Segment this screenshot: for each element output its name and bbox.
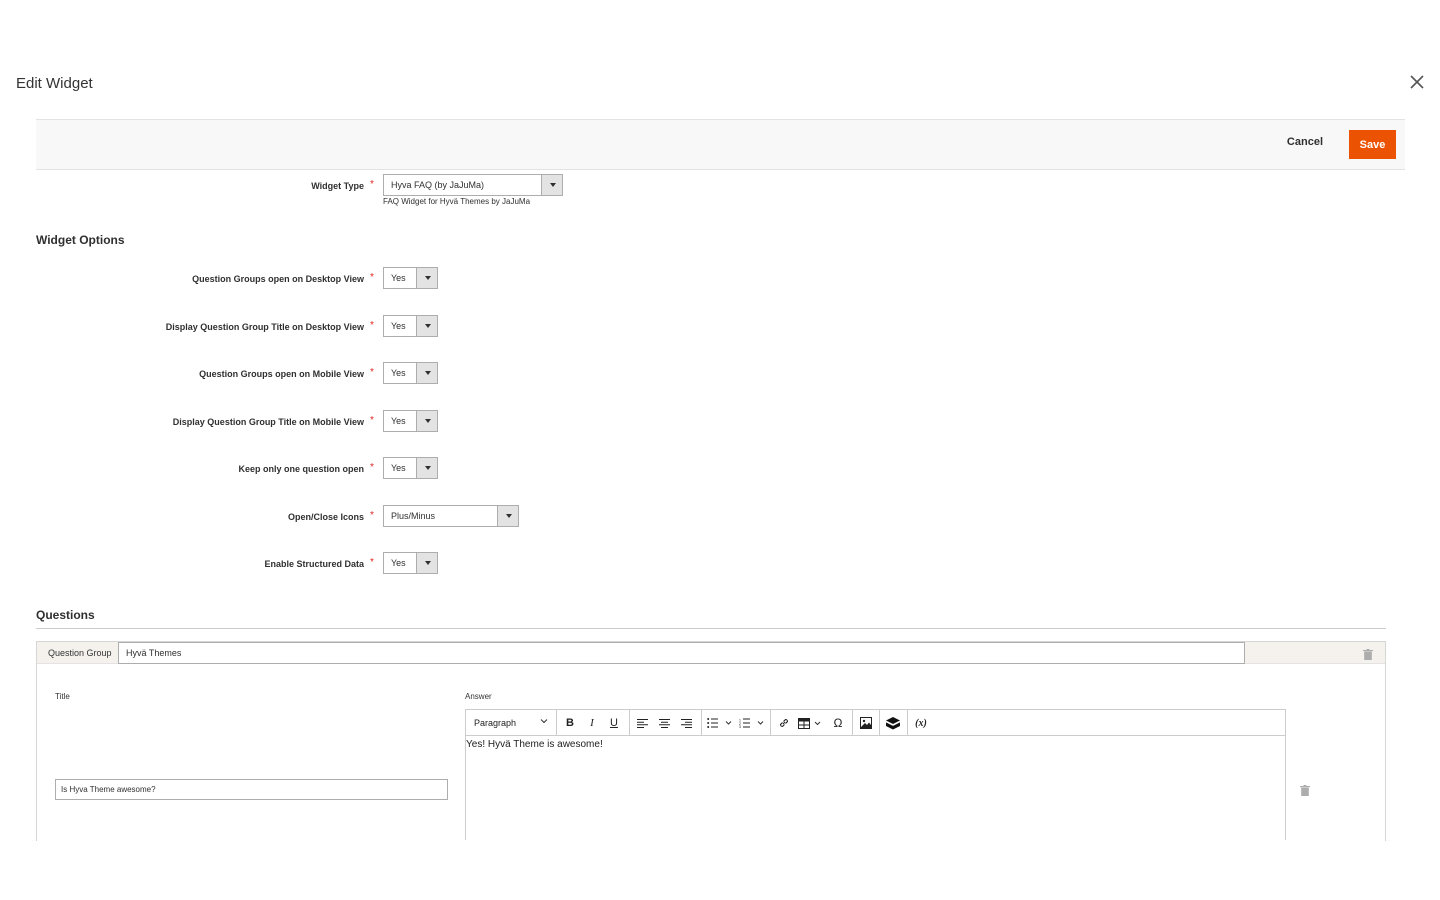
- option-label-one-question-open: Keep only one question open: [238, 464, 364, 474]
- toolbar-separator: [879, 710, 880, 736]
- toolbar-separator: [852, 710, 853, 736]
- cancel-button[interactable]: Cancel: [1287, 136, 1323, 148]
- chevron-down-icon: [416, 458, 437, 478]
- svg-text:3: 3: [739, 725, 741, 728]
- required-marker: *: [370, 367, 374, 378]
- required-marker: *: [370, 415, 374, 426]
- option-value: Yes: [391, 416, 406, 426]
- questions-divider: [36, 628, 1386, 629]
- option-value: Yes: [391, 463, 406, 473]
- align-center-icon[interactable]: [656, 713, 672, 733]
- option-select-group-title-mobile[interactable]: Yes: [383, 410, 438, 432]
- underline-button[interactable]: U: [606, 713, 622, 733]
- link-icon[interactable]: [775, 713, 793, 733]
- insert-widget-icon[interactable]: [884, 713, 902, 733]
- option-select-open-close-icons[interactable]: Plus/Minus: [383, 505, 519, 527]
- required-marker: *: [370, 557, 374, 568]
- widget-type-value: Hyva FAQ (by JaJuMa): [391, 180, 485, 190]
- trash-icon[interactable]: [1363, 649, 1373, 660]
- option-select-structured-data[interactable]: Yes: [383, 552, 438, 574]
- toolbar-separator: [770, 710, 771, 736]
- option-value: Yes: [391, 368, 406, 378]
- required-marker: *: [370, 179, 374, 190]
- option-value: Plus/Minus: [391, 511, 436, 521]
- option-select-groups-open-desktop[interactable]: Yes: [383, 267, 438, 289]
- chevron-down-icon: [540, 717, 548, 727]
- option-select-group-title-desktop[interactable]: Yes: [383, 315, 438, 337]
- question-group-header: Question Group: [37, 642, 1385, 664]
- required-marker: *: [370, 462, 374, 473]
- toolbar-separator: [701, 710, 702, 736]
- widget-type-note: FAQ Widget for Hyvä Themes by JaJuMa: [383, 197, 531, 206]
- required-marker: *: [370, 510, 374, 521]
- chevron-down-icon: [416, 553, 437, 573]
- widget-type-label: Widget Type: [311, 181, 364, 191]
- chevron-down-icon: [416, 363, 437, 383]
- chevron-down-icon: [497, 506, 518, 526]
- close-icon[interactable]: [1405, 70, 1429, 94]
- chevron-down-icon: [416, 268, 437, 288]
- special-character-icon[interactable]: Ω: [829, 713, 847, 733]
- table-icon[interactable]: [797, 713, 825, 733]
- option-label-group-title-mobile: Display Question Group Title on Mobile V…: [172, 417, 364, 427]
- editor-toolbar: Paragraph B I U 123 Ω (x): [466, 710, 1285, 736]
- insert-image-icon[interactable]: [857, 713, 875, 733]
- insert-variable-button[interactable]: (x): [911, 713, 931, 733]
- answer-column-label: Answer: [465, 692, 492, 701]
- bold-button[interactable]: B: [562, 713, 578, 733]
- widget-type-select[interactable]: Hyva FAQ (by JaJuMa): [383, 174, 563, 196]
- align-right-icon[interactable]: [678, 713, 694, 733]
- option-label-groups-open-desktop: Question Groups open on Desktop View: [192, 274, 364, 284]
- chevron-down-icon: [416, 411, 437, 431]
- italic-button[interactable]: I: [584, 713, 600, 733]
- option-label-structured-data: Enable Structured Data: [264, 559, 364, 569]
- toolbar-separator: [556, 710, 557, 736]
- chevron-down-icon: [541, 175, 562, 195]
- answer-editor: Paragraph B I U 123 Ω (x) Yes! Hyvä Them…: [465, 709, 1286, 840]
- required-marker: *: [370, 272, 374, 283]
- save-button[interactable]: Save: [1349, 130, 1396, 159]
- chevron-down-icon: [416, 316, 437, 336]
- widget-options-title: Widget Options: [36, 233, 125, 247]
- option-select-one-question-open[interactable]: Yes: [383, 457, 438, 479]
- question-group-input[interactable]: [118, 642, 1245, 664]
- option-select-groups-open-mobile[interactable]: Yes: [383, 362, 438, 384]
- question-group-label: Question Group: [48, 648, 112, 658]
- required-marker: *: [370, 320, 374, 331]
- question-title-input[interactable]: [55, 779, 448, 800]
- answer-editor-content[interactable]: Yes! Hyvä Theme is awesome!: [466, 739, 603, 750]
- toolbar-separator: [907, 710, 908, 736]
- numbered-list-icon[interactable]: 123: [738, 713, 766, 733]
- option-value: Yes: [391, 321, 406, 331]
- bullet-list-icon[interactable]: [706, 713, 734, 733]
- align-left-icon[interactable]: [634, 713, 650, 733]
- option-value: Yes: [391, 273, 406, 283]
- toolbar-separator: [629, 710, 630, 736]
- trash-icon[interactable]: [1300, 785, 1310, 796]
- option-value: Yes: [391, 558, 406, 568]
- paragraph-format-dropdown[interactable]: Paragraph: [468, 713, 554, 733]
- questions-title: Questions: [36, 608, 95, 622]
- option-label-groups-open-mobile: Question Groups open on Mobile View: [199, 369, 364, 379]
- title-column-label: Title: [55, 692, 70, 701]
- paragraph-format-value: Paragraph: [474, 718, 517, 728]
- modal-action-bar: Cancel Save: [36, 119, 1405, 170]
- modal-title: Edit Widget: [16, 75, 93, 92]
- option-label-open-close-icons: Open/Close Icons: [287, 512, 364, 522]
- option-label-group-title-desktop: Display Question Group Title on Desktop …: [165, 322, 364, 332]
